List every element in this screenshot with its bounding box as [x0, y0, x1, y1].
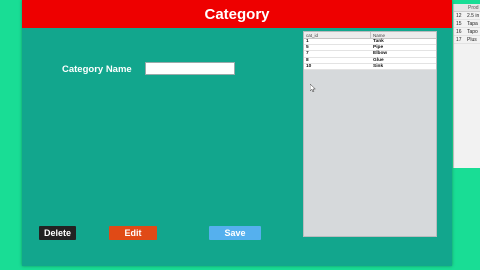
background-row: 16 Tapo: [454, 28, 480, 36]
background-row-name: 2.5 in: [467, 13, 480, 19]
cell-id: 8: [306, 57, 309, 63]
cell-name: Glue: [373, 57, 384, 63]
background-row-id: 17: [456, 37, 462, 43]
table-header: cat_id Name: [304, 32, 436, 39]
cell-id: 5: [306, 45, 309, 51]
background-window: Prod 12 2.5 in 15 Tapa 16 Tapo 17 Plus: [453, 4, 480, 168]
background-row-id: 12: [456, 13, 462, 19]
background-window-header: Prod: [454, 4, 480, 12]
cell-name: Pipe: [373, 45, 384, 51]
background-row-name: Tapo: [467, 29, 478, 35]
background-row-name: Plus: [467, 37, 477, 43]
cell-name: Sink: [373, 63, 384, 69]
cell-name: Tank: [373, 39, 384, 44]
background-row: 15 Tapa: [454, 20, 480, 28]
cell-id: 7: [306, 51, 309, 57]
background-row-name: Tapa: [467, 21, 478, 27]
cell-name: Elbow: [373, 51, 388, 57]
category-table[interactable]: cat_id Name 1 Tank 5 Pipe 7 Elbow 8 Glue 10 S…: [303, 31, 437, 237]
category-window: Category Category Name cat_id Name 1 Tank…: [22, 0, 452, 266]
column-header-name[interactable]: Name: [371, 32, 385, 38]
background-row-id: 15: [456, 21, 462, 27]
cell-id: 1: [306, 39, 309, 44]
delete-button[interactable]: Delete: [39, 226, 76, 240]
background-row-id: 16: [456, 29, 462, 35]
save-button[interactable]: Save: [209, 226, 261, 240]
category-name-input[interactable]: [145, 62, 235, 75]
background-row: 12 2.5 in: [454, 12, 480, 20]
window-title: Category: [204, 5, 270, 23]
title-bar: Category: [22, 0, 452, 28]
mouse-cursor-icon: [310, 84, 316, 92]
cell-id: 10: [306, 63, 312, 69]
edit-button[interactable]: Edit: [109, 226, 157, 240]
category-name-label: Category Name: [62, 64, 132, 75]
column-header-id[interactable]: cat_id: [304, 32, 371, 38]
background-row: 17 Plus: [454, 36, 480, 44]
table-row[interactable]: 10 Sink: [304, 63, 436, 70]
